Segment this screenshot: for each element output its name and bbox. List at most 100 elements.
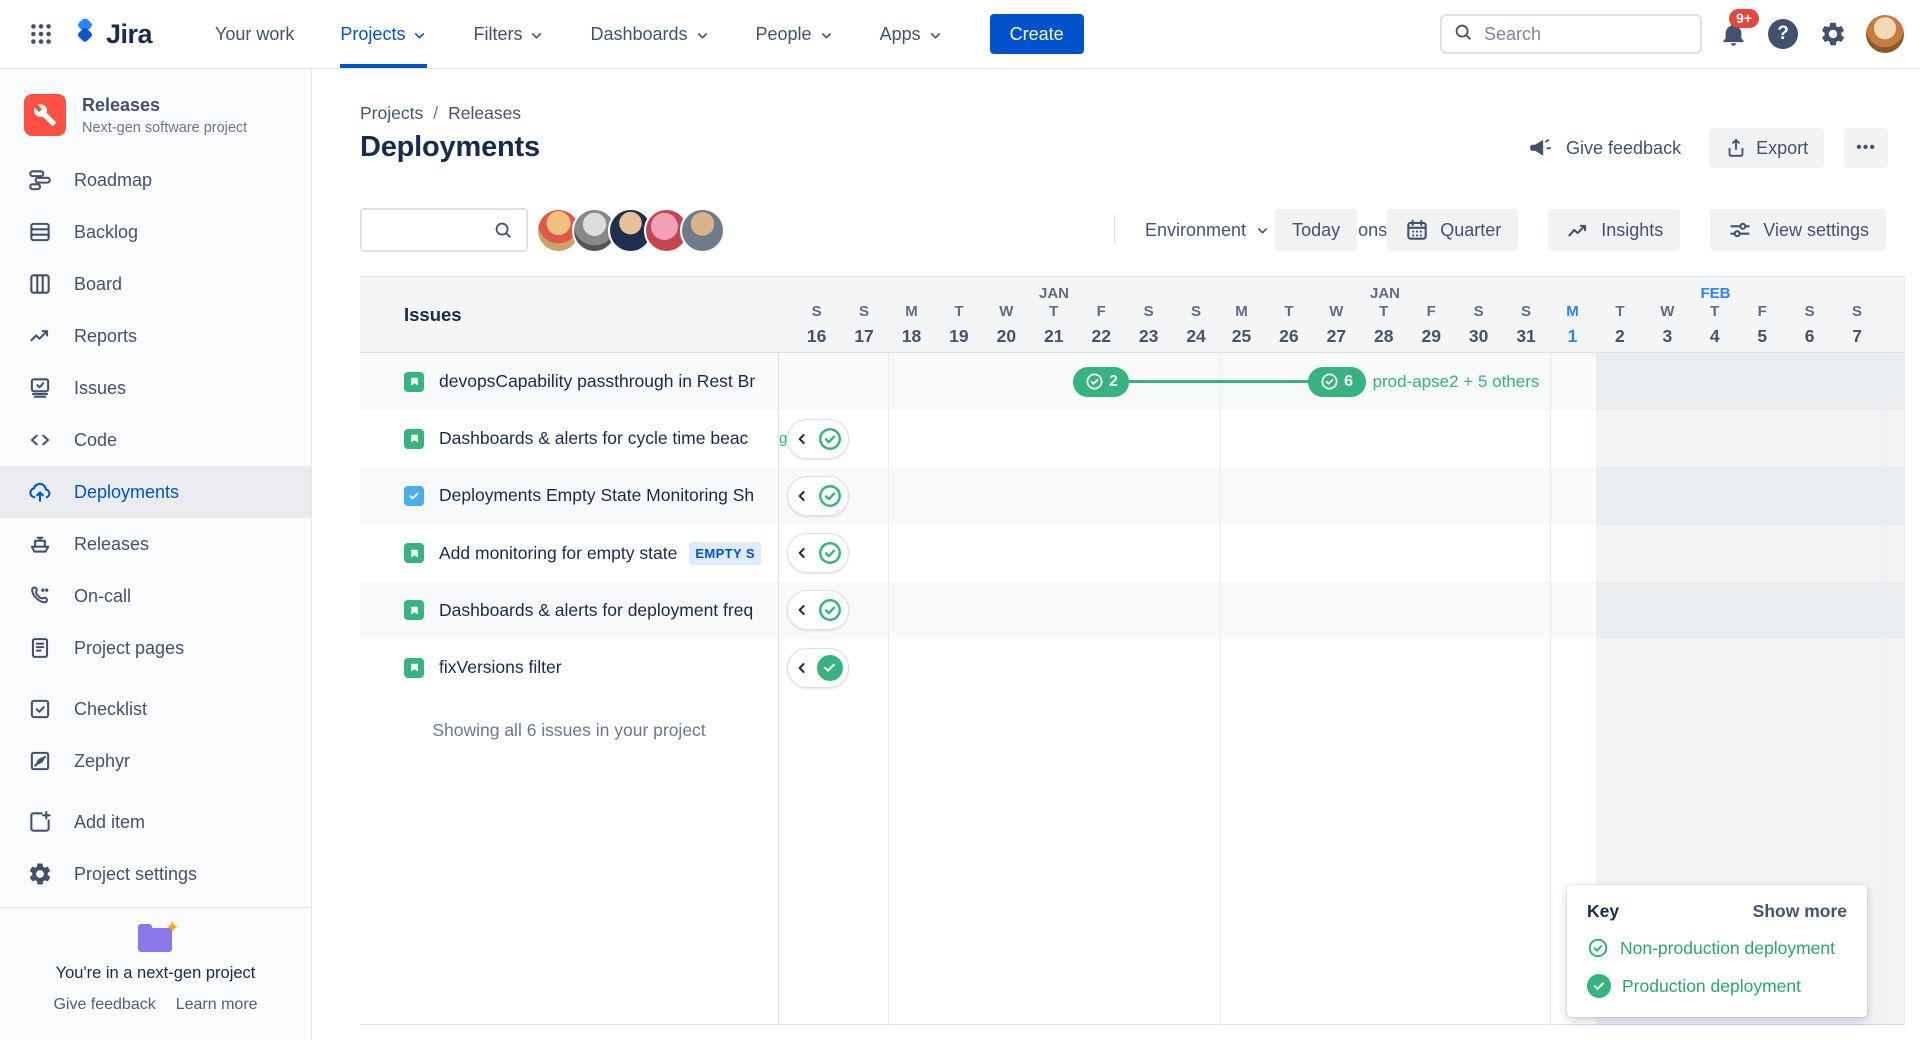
nav-item-people[interactable]: People [733,0,857,68]
breadcrumb-projects[interactable]: Projects [360,103,423,124]
sidebar-item-add-item[interactable]: Add item [0,796,311,848]
insights-button[interactable]: Insights [1548,209,1681,251]
sidebar-item-label: Checklist [74,698,148,719]
chevron-down-icon [529,26,544,43]
issues-column: devopsCapability passthrough in Rest Br D… [360,353,778,1025]
nav-item-dashboards[interactable]: Dashboards [567,0,732,68]
export-label: Export [1756,137,1809,158]
global-search[interactable] [1440,14,1702,54]
non-production-deployment-icon [817,540,843,566]
sidebar-item-backlog[interactable]: Backlog [0,206,311,258]
chevron-down-icon [1255,223,1270,238]
give-feedback-link[interactable]: Give feedback [53,996,155,1014]
sidebar-item-checklist[interactable]: Checklist [0,683,311,735]
settings-button[interactable] [1813,14,1853,54]
day-column: W3 [1660,303,1675,346]
sidebar-item-reports[interactable]: Reports [0,310,311,362]
filter-dropdown-environment[interactable]: Environment [1145,220,1270,241]
check-circle-filled-icon [1587,974,1611,998]
day-column: M 25 [1231,303,1252,346]
global-search-input[interactable] [1482,22,1676,46]
sidebar-item-project-pages[interactable]: Project pages [0,622,311,674]
issue-title: Dashboards & alerts for cycle time beac [439,428,749,449]
project-avatar-icon [24,94,66,136]
sidebar-item-deployments[interactable]: Deployments [0,466,311,518]
timeline-search-field[interactable] [360,208,528,252]
sidebar-item-code[interactable]: Code [0,414,311,466]
quarter-button[interactable]: Quarter [1387,209,1519,251]
production-deployment-icon [816,654,843,681]
nav-item-label: Projects [340,23,406,44]
export-icon [1728,138,1744,157]
more-actions-button[interactable]: ••• [1844,128,1888,168]
earlier-deployments-pill[interactable] [787,533,849,574]
sidebar-item-releases[interactable]: Releases [0,518,311,570]
sidebar-item-roadmap[interactable]: Roadmap [0,154,311,206]
earlier-deployments-pill[interactable] [787,590,849,631]
chevron-left-icon [794,431,810,447]
jira-logo-text: Jira [106,18,153,49]
non-production-deployment-icon [817,483,843,509]
key-title: Key [1587,901,1620,921]
chevron-left-icon [794,545,810,561]
deployment-environment-label[interactable]: prod-apse2 + 5 others [1373,372,1540,392]
nav-item-apps[interactable]: Apps [857,0,966,68]
nav-item-projects[interactable]: Projects [317,0,450,68]
day-column: T 28 [1374,303,1394,346]
issue-row[interactable]: Dashboards & alerts for cycle time beac [360,410,778,467]
earlier-deployments-pill[interactable] [787,647,849,688]
jira-logo[interactable]: Jira [70,18,153,50]
sidebar-footer-links: Give feedback Learn more [0,996,311,1014]
issue-row[interactable]: Add monitoring for empty state EMPTY S [360,525,778,582]
nav-item-label: Apps [879,23,921,44]
learn-more-link[interactable]: Learn more [176,996,258,1014]
nav-item-filters[interactable]: Filters [450,0,567,68]
give-feedback-button[interactable]: Give feedback [1528,135,1681,161]
key-item-label: Non-production deployment [1620,937,1835,958]
nav-menu: Your work Projects Filters Dashboards People… [192,0,966,68]
timeline-toolbar-buttons: Today Quarter Insights View settings [1275,209,1886,251]
nav-item-your-work[interactable]: Your work [192,0,317,68]
issues-column-header: Issues [404,304,462,325]
sidebar-item-board[interactable]: Board [0,258,311,310]
sidebar-item-project-settings[interactable]: Project settings [0,848,311,900]
sidebar-item-issues[interactable]: Issues [0,362,311,414]
day-column: T4 [1709,303,1720,346]
issue-row[interactable]: fixVersions filter [360,639,778,696]
story-type-icon [404,543,424,564]
key-item-non-production-deployment: Non-production deployment [1587,937,1847,959]
user-profile-button[interactable] [1865,14,1905,54]
search-icon [1452,21,1474,48]
help-button[interactable]: ? [1763,14,1803,54]
view-settings-button[interactable]: View settings [1710,209,1886,251]
issue-row[interactable]: Deployments Empty State Monitoring Sh [360,467,778,524]
deployment-count-pill-end[interactable]: 6 [1307,366,1366,397]
app-switcher-icon[interactable] [26,19,56,49]
user-avatar [1866,15,1904,53]
chevron-down-icon [412,26,427,43]
check-circle-icon [1320,372,1339,391]
code-icon [26,426,54,454]
gear-icon [1822,22,1845,46]
today-button[interactable]: Today [1275,209,1358,251]
checklist-icon [26,695,54,723]
more-icon: ••• [1856,139,1876,156]
deployment-count-pill-start[interactable]: 2 [1073,366,1130,397]
earlier-deployments-pill[interactable] [787,476,849,516]
export-button[interactable]: Export [1709,128,1825,168]
issue-row[interactable]: Dashboards & alerts for deployment freq [360,582,778,639]
create-button[interactable]: Create [989,14,1084,54]
button-label: Quarter [1440,219,1502,240]
day-column: S 23 [1138,303,1159,346]
sidebar-item-zephyr[interactable]: Zephyr [0,735,311,787]
earlier-deployments-pill[interactable] [787,418,849,459]
assignee-avatar[interactable] [680,208,725,253]
sidebar-item-label: Releases [74,533,150,554]
show-more-link[interactable]: Show more [1753,901,1847,922]
page-title: Deployments [360,131,540,163]
breadcrumb-releases[interactable]: Releases [448,103,521,124]
notification-count-badge: 9+ [1729,9,1759,28]
sidebar-item-on-call[interactable]: On-call [0,570,311,622]
notifications-button[interactable]: 9+ [1713,9,1759,54]
issue-row[interactable]: devopsCapability passthrough in Rest Br [360,353,778,410]
